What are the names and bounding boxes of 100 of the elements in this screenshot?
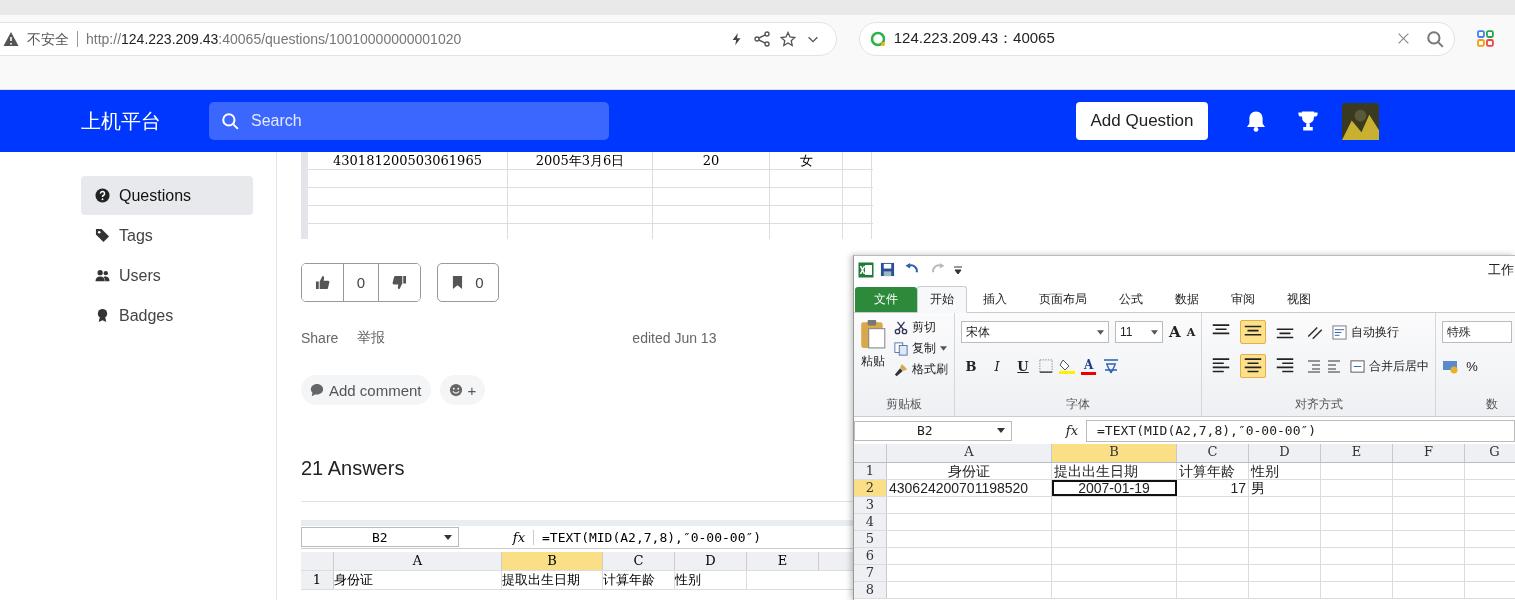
copy-button[interactable]: 复制 <box>894 340 948 357</box>
sheet-cell: 性别 <box>1249 463 1321 479</box>
save-icon[interactable] <box>880 262 895 277</box>
clipboard-icon <box>860 319 886 349</box>
sheet-cell: 2007-01-19 <box>1052 480 1177 496</box>
column-header[interactable]: B <box>1052 444 1177 462</box>
sheet-cell: 2005年3月6日 <box>508 152 653 169</box>
smiley-icon <box>448 383 463 397</box>
thumbs-down-icon <box>392 275 407 290</box>
percent-button[interactable]: % <box>1466 358 1478 374</box>
dropdown-arrow-icon <box>444 534 452 540</box>
name-box: B2 <box>301 527 459 547</box>
star-icon[interactable] <box>779 30 796 47</box>
vertical-align-button[interactable] <box>1240 320 1267 344</box>
ribbon-tab[interactable]: 文件 <box>855 287 917 312</box>
users-icon <box>95 268 110 283</box>
row-header[interactable]: 3 <box>854 497 887 513</box>
sheet-cell: 提出出生日期 <box>1052 463 1177 479</box>
trophy-icon[interactable] <box>1296 109 1320 133</box>
dropdown-arrow-icon <box>997 428 1005 433</box>
format-painter-button[interactable]: 格式刷 <box>894 361 948 378</box>
action-link[interactable]: 举报 <box>357 329 386 347</box>
dropdown-arrow-icon <box>1097 329 1104 335</box>
thumbs-up-icon <box>315 275 330 290</box>
site-logo[interactable]: 上机平台 <box>81 107 209 135</box>
column-header: D <box>675 552 747 570</box>
security-label: 不安全 <box>27 30 78 47</box>
ribbon-tab[interactable]: 审阅 <box>1215 287 1271 312</box>
customize-menu-icon[interactable] <box>953 263 963 276</box>
sidebar-item[interactable]: Badges <box>81 296 253 335</box>
excel-logo-icon <box>858 261 874 278</box>
ribbon-tab[interactable]: 数据 <box>1159 287 1215 312</box>
window-title: 工作 <box>1488 260 1514 279</box>
column-header: B <box>502 552 603 570</box>
horizontal-align-button[interactable] <box>1240 354 1267 378</box>
avatar[interactable] <box>1342 102 1379 140</box>
bold-button[interactable]: B <box>961 358 981 374</box>
underline-button[interactable]: U <box>1013 358 1033 374</box>
merge-cells-icon <box>1350 358 1366 374</box>
row-header[interactable]: 7 <box>854 565 887 581</box>
formula-bar[interactable]: =TEXT(MID(A2,7,8),″0-00-00″) <box>1086 419 1515 442</box>
row-header: 1 <box>301 571 334 589</box>
wrap-text-button[interactable]: 自动换行 <box>1332 323 1400 341</box>
row-header[interactable]: 2 <box>854 480 887 496</box>
share-icon[interactable] <box>753 30 770 47</box>
merge-center-button[interactable]: 合并后居中 <box>1350 357 1430 375</box>
cut-button[interactable]: 剪切 <box>894 319 948 336</box>
apps-icon[interactable] <box>1477 29 1495 48</box>
sidebar-item[interactable]: Questions <box>81 176 253 215</box>
search-icon <box>221 112 239 130</box>
sheet-cell: 430181200503061965 <box>308 152 508 169</box>
font-name-field[interactable]: 宋体 <box>961 321 1109 343</box>
sheet-cell: 430624200701198520 <box>887 480 1052 496</box>
row-header[interactable]: 4 <box>854 514 887 530</box>
browser-search-field[interactable]: 124.223.209.43：40065 <box>858 21 1456 56</box>
ribbon-tab[interactable]: 公式 <box>1103 287 1159 312</box>
number-format-field[interactable]: 特殊 <box>1442 321 1513 343</box>
grow-font-button[interactable]: A <box>1169 323 1181 341</box>
ribbon-tab[interactable]: 页面布局 <box>1023 287 1103 312</box>
sheet-cell: 女 <box>770 152 843 169</box>
font-color-button[interactable]: A <box>1081 357 1097 375</box>
row-header[interactable]: 5 <box>854 531 887 547</box>
sheet-cell: 计算年龄 <box>603 571 675 589</box>
reaction-button[interactable]: + <box>439 375 486 405</box>
address-bar[interactable]: 不安全 http://124.223.209.43:40065/questions/10010000000001020 <box>0 21 837 56</box>
dropdown-arrow-icon <box>1151 329 1158 335</box>
insert-function-button[interactable]: fx <box>1012 423 1086 438</box>
url-text: http://124.223.209.43:40065/questions/10010000000001020 <box>86 30 462 47</box>
paste-button[interactable]: 粘贴 <box>860 319 886 396</box>
search-field[interactable]: Search <box>209 102 609 140</box>
close-icon[interactable] <box>1397 32 1411 45</box>
add-question-button[interactable]: Add Question <box>1076 102 1208 140</box>
ribbon-tab[interactable]: 开始 <box>917 286 967 313</box>
phonetic-guide-icon[interactable] <box>1102 357 1121 375</box>
group-label: 剪贴板 <box>886 397 922 411</box>
add-comment-button[interactable]: Add comment <box>301 375 431 405</box>
shrink-font-button[interactable]: A <box>1186 325 1196 339</box>
edited-label: edited Jun 13 <box>632 330 717 346</box>
bookmark-icon <box>452 275 464 290</box>
italic-button[interactable]: I <box>987 358 1007 374</box>
row-header[interactable]: 6 <box>854 548 887 564</box>
bookmark-button[interactable]: 0 <box>437 263 499 302</box>
question-icon <box>95 188 110 203</box>
action-link[interactable]: Share <box>301 330 339 346</box>
group-label: 数 <box>1486 397 1499 411</box>
ribbon-tab[interactable]: 插入 <box>967 287 1023 312</box>
sheet-cell: 计算年龄 <box>1177 463 1249 479</box>
search-icon[interactable] <box>1426 29 1445 48</box>
sheet-cell: 20 <box>653 152 770 169</box>
answers-heading: 21 Answers <box>301 456 405 481</box>
ribbon-tab[interactable]: 视图 <box>1271 287 1327 312</box>
row-header[interactable]: 1 <box>854 463 887 479</box>
fill-color-icon[interactable] <box>1059 358 1075 374</box>
font-size-field[interactable]: 11 <box>1115 321 1163 343</box>
sidebar-item[interactable]: Tags <box>81 216 253 255</box>
borders-icon[interactable] <box>1039 359 1053 373</box>
bell-icon[interactable] <box>1244 109 1268 133</box>
sidebar-item[interactable]: Users <box>81 256 253 295</box>
row-header[interactable]: 8 <box>854 582 887 598</box>
name-box[interactable]: B2 <box>854 420 1012 441</box>
